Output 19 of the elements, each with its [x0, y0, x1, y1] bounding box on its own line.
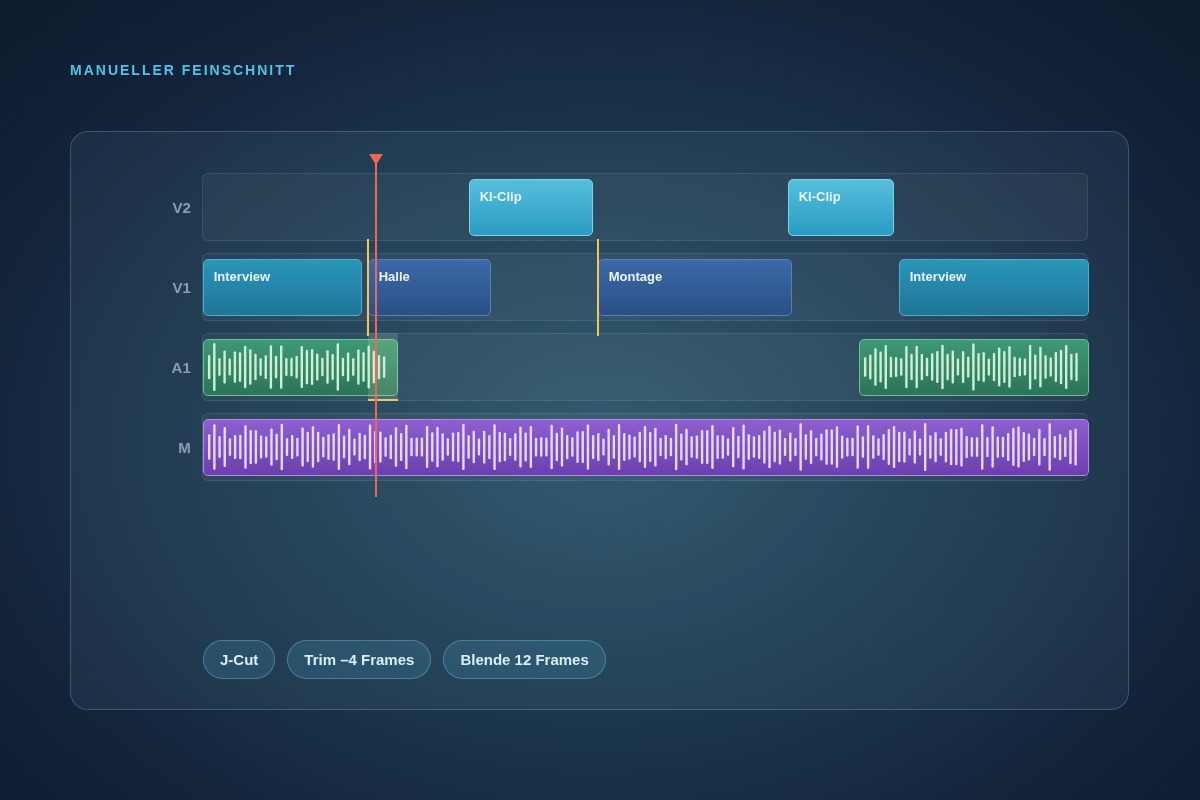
track-label: V1 — [172, 278, 191, 296]
cut-marker[interactable] — [366, 239, 369, 336]
section-title: MANUELLER FEINSCHNITT — [70, 62, 297, 78]
trim-highlight — [367, 333, 398, 399]
audio-clip[interactable] — [858, 339, 1089, 396]
trim-line — [367, 399, 398, 401]
edit-chip[interactable]: Trim –4 Frames — [287, 640, 432, 679]
video-clip[interactable]: Interview — [202, 259, 362, 316]
video-clip[interactable]: Interview — [898, 259, 1089, 316]
video-clip[interactable]: Montage — [597, 259, 792, 316]
edit-chip[interactable]: Blende 12 Frames — [443, 640, 606, 679]
track-label: A1 — [171, 358, 191, 376]
track-label: M — [178, 438, 191, 456]
track-label: V2 — [172, 198, 191, 216]
music-clip[interactable] — [202, 419, 1089, 476]
cut-marker[interactable] — [596, 239, 599, 336]
edit-chip[interactable]: J-Cut — [203, 640, 276, 679]
audio-clip[interactable] — [202, 339, 398, 396]
video-clip[interactable]: Halle — [367, 259, 491, 316]
